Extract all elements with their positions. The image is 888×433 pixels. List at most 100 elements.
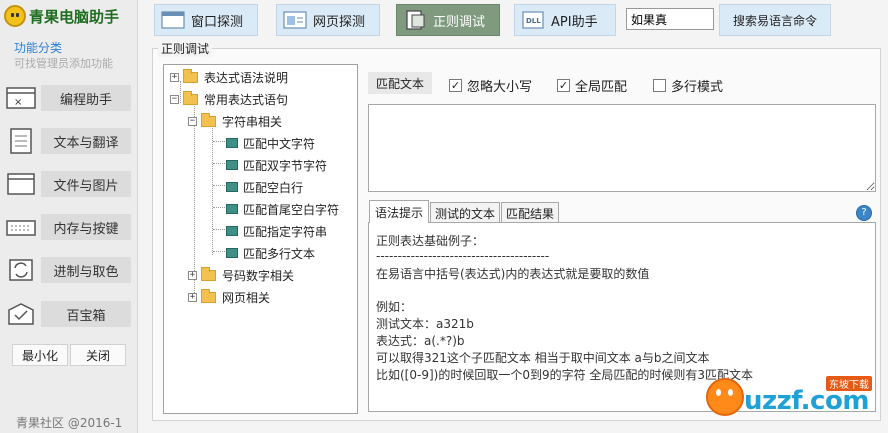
sidebar-item-label: 编程助手 bbox=[41, 85, 131, 111]
expand-icon[interactable]: + bbox=[170, 72, 179, 82]
group-title: 正则调试 bbox=[158, 40, 213, 57]
sidebar-item-label: 内存与按键 bbox=[41, 214, 131, 240]
regex-item-icon bbox=[226, 204, 238, 214]
tree-node-common[interactable]: − 常用表达式语句 bbox=[170, 89, 288, 109]
tab-test-text[interactable]: 测试的文本 bbox=[430, 202, 500, 223]
tab-webpage-probe[interactable]: 网页探测 bbox=[276, 4, 380, 36]
svg-text:×: × bbox=[14, 97, 22, 108]
keyboard-icon bbox=[6, 220, 36, 236]
folder-icon bbox=[183, 90, 198, 105]
expand-icon[interactable]: + bbox=[188, 270, 197, 280]
tab-label: 窗口探测 bbox=[191, 14, 244, 30]
tree-node-label: 网页相关 bbox=[222, 290, 271, 305]
terminal-window-icon: × bbox=[6, 87, 36, 109]
sidebar-item-label: 进制与取色 bbox=[41, 257, 131, 283]
regex-tree[interactable]: + 表达式语法说明 − 常用表达式语句 − 字符串相关 匹配中文字符 匹配双字节… bbox=[163, 64, 358, 414]
tree-node-label: 匹配双字节字符 bbox=[243, 158, 328, 173]
tree-guide-line bbox=[213, 185, 225, 186]
api-icon: DLL bbox=[522, 11, 544, 29]
regex-item-icon bbox=[226, 182, 238, 192]
tree-leaf[interactable]: 匹配多行文本 bbox=[226, 243, 315, 263]
tree-node-numbers[interactable]: + 号码数字相关 bbox=[188, 265, 294, 285]
sidebar-item-text[interactable]: 文本与翻译 bbox=[1, 123, 137, 159]
toolbox-icon bbox=[8, 303, 34, 325]
tree-node-syntax[interactable]: + 表达式语法说明 bbox=[170, 67, 288, 87]
sidebar-item-memory-keys[interactable]: 内存与按键 bbox=[1, 209, 137, 245]
category-title[interactable]: 功能分类 bbox=[14, 39, 62, 56]
app-logo-icon bbox=[4, 5, 26, 27]
help-icon[interactable]: ? bbox=[856, 205, 872, 221]
tree-guide-line bbox=[213, 229, 225, 230]
tree-node-label: 常用表达式语句 bbox=[204, 92, 289, 107]
hint-line: 表达式：a(.*?)b bbox=[376, 334, 465, 348]
search-command-button[interactable]: 搜索易语言命令 bbox=[719, 4, 831, 36]
tree-node-label: 匹配中文字符 bbox=[243, 136, 316, 151]
regex-item-icon bbox=[226, 160, 238, 170]
sidebar-item-label: 百宝箱 bbox=[41, 301, 131, 327]
minimize-button[interactable]: 最小化 bbox=[12, 344, 68, 366]
tab-api-helper[interactable]: DLL API助手 bbox=[514, 4, 616, 36]
folder-icon bbox=[201, 288, 216, 303]
tree-node-label: 匹配空白行 bbox=[243, 180, 304, 195]
multiline-checkbox[interactable]: 多行模式 bbox=[653, 76, 723, 95]
checkbox-label: 多行模式 bbox=[671, 80, 724, 95]
tree-leaf[interactable]: 匹配指定字符串 bbox=[226, 221, 327, 241]
tree-leaf[interactable]: 匹配双字节字符 bbox=[226, 155, 327, 175]
tree-leaf[interactable]: 匹配空白行 bbox=[226, 177, 303, 197]
folder-icon bbox=[183, 68, 198, 83]
collapse-icon[interactable]: − bbox=[170, 94, 179, 104]
footer-text: 青果社区 @2016-1 bbox=[16, 416, 123, 430]
checkbox-label: 全局匹配 bbox=[575, 80, 628, 95]
hint-line: 在易语言中括号(表达式)内的表达式就是要取的数值 bbox=[376, 267, 650, 281]
checkbox-label: 忽略大小写 bbox=[467, 80, 533, 95]
svg-text:DLL: DLL bbox=[526, 17, 541, 25]
hint-line: 例如： bbox=[376, 300, 413, 314]
tree-guide-line bbox=[213, 163, 225, 164]
sidebar-item-toolbox[interactable]: 百宝箱 bbox=[1, 296, 137, 332]
tab-label: 正则调试 bbox=[433, 14, 486, 30]
tab-regex-debug[interactable]: 正则调试 bbox=[396, 4, 500, 36]
tree-node-label: 匹配首尾空白字符 bbox=[243, 202, 340, 217]
sidebar-item-radix-color[interactable]: 进制与取色 bbox=[1, 252, 137, 288]
tree-guide-line bbox=[213, 207, 225, 208]
regex-item-icon bbox=[226, 138, 238, 148]
expand-icon[interactable]: + bbox=[188, 292, 197, 302]
regex-icon bbox=[406, 10, 425, 30]
checkbox-check-icon: ✓ bbox=[449, 79, 462, 92]
checkbox-empty-icon bbox=[653, 79, 666, 92]
sidebar-item-files[interactable]: 文件与图片 bbox=[1, 166, 137, 202]
tab-label: 网页探测 bbox=[313, 14, 366, 30]
tree-node-string[interactable]: − 字符串相关 bbox=[188, 111, 282, 131]
sidebar-item-label: 文本与翻译 bbox=[41, 128, 131, 154]
sidebar: 青果电脑助手 功能分类 可找管理员添加功能 × 编程助手 文本与翻译 文件与图片… bbox=[0, 0, 138, 433]
sidebar-item-programming[interactable]: × 编程助手 bbox=[1, 80, 137, 116]
tab-window-probe[interactable]: 窗口探测 bbox=[154, 4, 258, 36]
tree-node-label: 表达式语法说明 bbox=[204, 70, 289, 85]
convert-icon bbox=[9, 259, 33, 281]
checkbox-check-icon: ✓ bbox=[557, 79, 570, 92]
hint-line: ---------------------------------------- bbox=[376, 249, 550, 263]
tree-node-label: 字符串相关 bbox=[222, 114, 283, 129]
hint-line: 比如([0-9])的时候回取一个0到9的字符 全局匹配的时候则有3匹配文本 bbox=[376, 368, 754, 382]
global-match-checkbox[interactable]: ✓ 全局匹配 bbox=[557, 76, 627, 95]
watermark-badge: 东坡下载 bbox=[826, 376, 872, 391]
window-icon bbox=[7, 173, 35, 195]
hint-line: 测试文本：a321b bbox=[376, 317, 474, 331]
match-text-label: 匹配文本 bbox=[368, 72, 432, 94]
tree-node-web[interactable]: + 网页相关 bbox=[188, 287, 270, 307]
watermark-mascot-icon bbox=[706, 378, 744, 416]
command-search-input[interactable] bbox=[626, 8, 714, 30]
regex-expression-input[interactable] bbox=[368, 104, 876, 192]
tree-leaf[interactable]: 匹配首尾空白字符 bbox=[226, 199, 339, 219]
regex-item-icon bbox=[226, 226, 238, 236]
tree-guide-line bbox=[213, 251, 225, 252]
tree-guide-line bbox=[212, 125, 213, 255]
tab-syntax-hint[interactable]: 语法提示 bbox=[369, 200, 429, 223]
hint-line: 可以取得321这个子匹配文本 相当于取中间文本 a与b之间文本 bbox=[376, 351, 710, 365]
folder-icon bbox=[201, 266, 216, 281]
tab-match-result[interactable]: 匹配结果 bbox=[501, 202, 559, 223]
tree-leaf[interactable]: 匹配中文字符 bbox=[226, 133, 315, 153]
collapse-icon[interactable]: − bbox=[188, 116, 197, 126]
ignore-case-checkbox[interactable]: ✓ 忽略大小写 bbox=[449, 76, 532, 95]
close-button[interactable]: 关闭 bbox=[70, 344, 126, 366]
